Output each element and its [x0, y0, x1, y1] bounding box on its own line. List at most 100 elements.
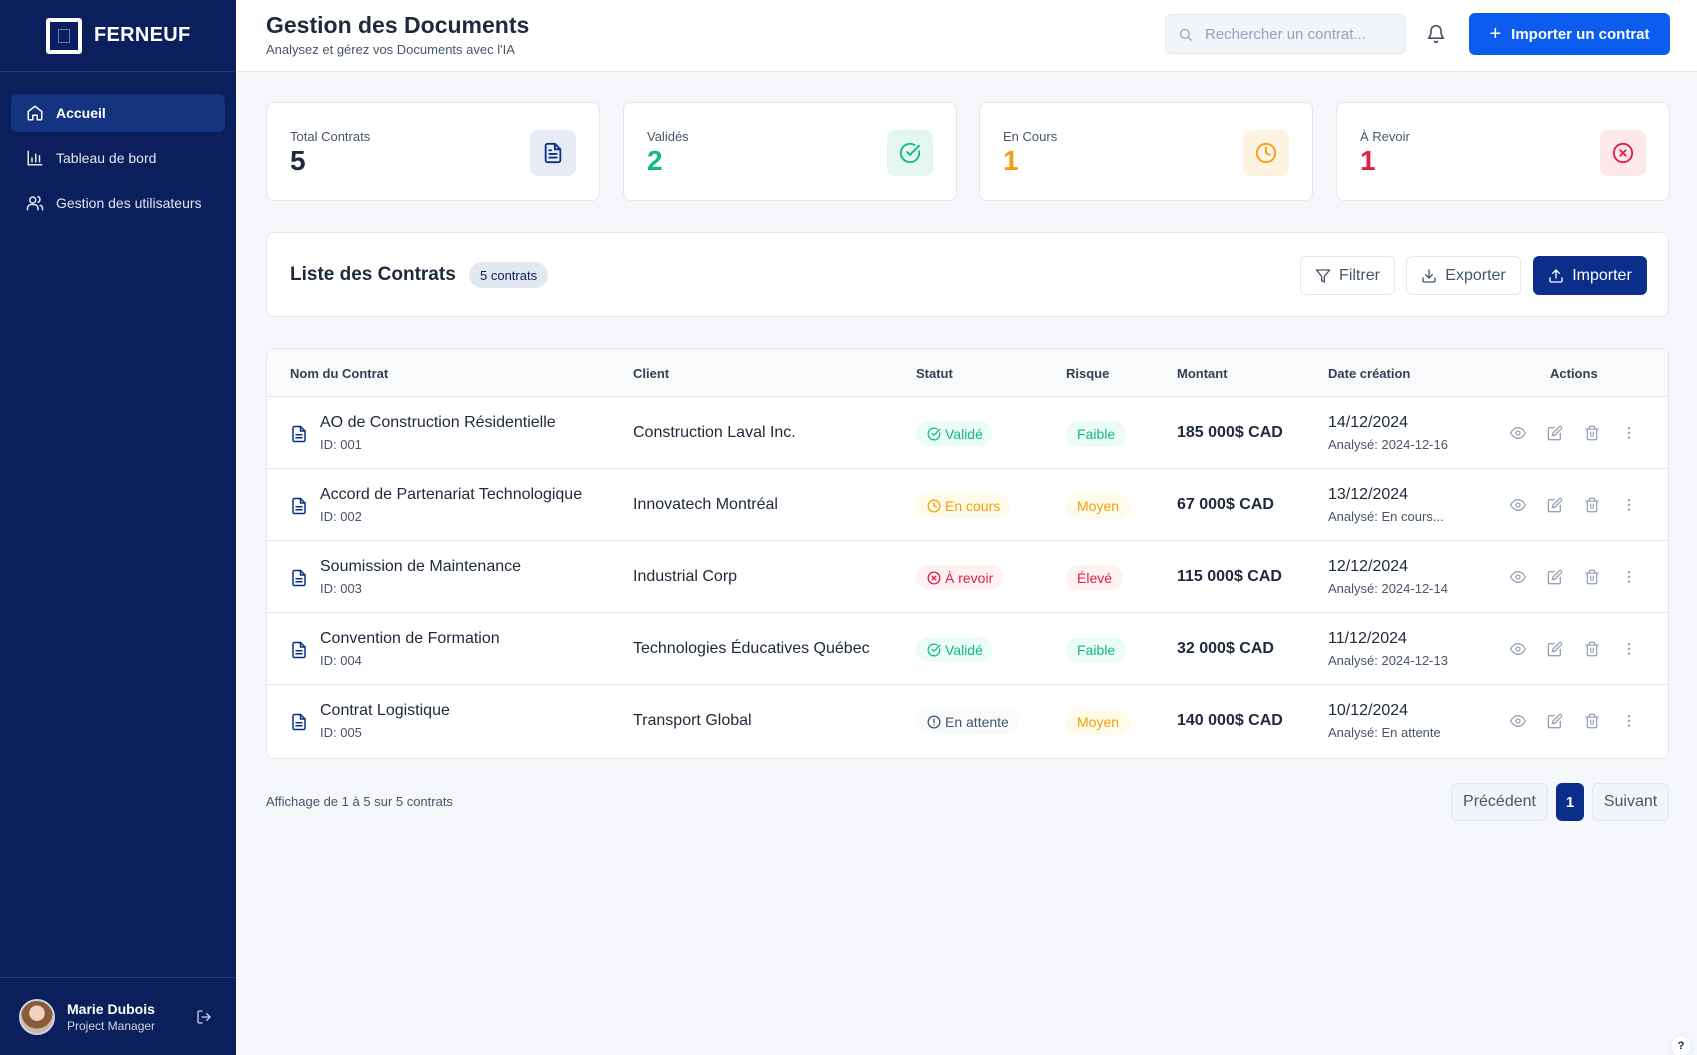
more-vertical-icon[interactable] [1621, 497, 1637, 513]
sidebar-item-tableau-de-bord[interactable]: Tableau de bord [11, 139, 225, 177]
bell-icon[interactable] [1426, 24, 1446, 44]
stat-label: À Revoir [1360, 129, 1410, 144]
contract-client: Construction Laval Inc. [633, 424, 796, 441]
sidebar-nav: Accueil Tableau de bord Gestion des util… [0, 72, 236, 222]
contracts-list-header: Liste des Contrats 5 contrats Filtrer Ex… [266, 232, 1669, 317]
status-label: Validé [945, 425, 983, 442]
edit-icon[interactable] [1547, 713, 1563, 729]
column-header-date[interactable]: Date création [1328, 366, 1410, 381]
contract-id: ID: 005 [320, 725, 362, 740]
avatar[interactable] [19, 998, 55, 1035]
table-row[interactable]: Contrat Logistique ID: 005 Transport Glo… [267, 685, 1668, 757]
eye-icon[interactable] [1510, 713, 1526, 729]
edit-icon[interactable] [1547, 641, 1563, 657]
contract-name[interactable]: Contrat Logistique [320, 702, 450, 720]
document-icon [292, 497, 306, 515]
contracts-table: Nom du Contrat Client Statut Risque Mont… [266, 348, 1669, 759]
stat-value: 2 [647, 145, 663, 176]
column-header-amount[interactable]: Montant [1177, 366, 1228, 381]
status-label: Validé [945, 641, 983, 658]
contract-analysed: Analysé: 2024-12-13 [1328, 653, 1448, 668]
sidebar-item-label: Tableau de bord [56, 150, 157, 166]
eye-icon[interactable] [1510, 569, 1526, 585]
brand-name: FERNEUF [94, 24, 191, 46]
edit-icon[interactable] [1547, 569, 1563, 585]
risk-badge: Faible [1066, 637, 1127, 663]
status-badge: Validé [916, 637, 993, 662]
trash-icon[interactable] [1584, 425, 1600, 441]
brand[interactable]: FERNEUF [0, 0, 236, 72]
import-contract-button[interactable]: + Importer un contrat [1469, 13, 1670, 55]
sidebar-item-label: Accueil [56, 105, 106, 121]
edit-icon[interactable] [1547, 425, 1563, 441]
upload-icon [1549, 268, 1563, 283]
export-label: Exporter [1445, 266, 1506, 284]
contract-client: Innovatech Montréal [633, 496, 778, 513]
contract-name[interactable]: Convention de Formation [320, 630, 500, 648]
column-header-status[interactable]: Statut [916, 366, 953, 381]
contract-amount: 115 000$ CAD [1177, 568, 1282, 585]
contract-amount: 185 000$ CAD [1177, 424, 1283, 441]
document-icon [292, 641, 306, 659]
status-badge: En cours [916, 493, 1011, 518]
clock-icon [1243, 130, 1289, 176]
page-number-button[interactable]: 1 [1556, 783, 1584, 821]
contract-analysed: Analysé: En cours... [1328, 509, 1444, 524]
document-icon [292, 425, 306, 443]
trash-icon[interactable] [1584, 713, 1600, 729]
search-input[interactable] [1205, 25, 1395, 43]
trash-icon[interactable] [1584, 497, 1600, 513]
more-vertical-icon[interactable] [1621, 425, 1637, 441]
contract-name[interactable]: AO de Construction Résidentielle [320, 414, 556, 432]
eye-icon[interactable] [1510, 497, 1526, 513]
export-button[interactable]: Exporter [1406, 256, 1521, 295]
previous-page-button[interactable]: Précédent [1451, 783, 1548, 821]
pagination-summary: Affichage de 1 à 5 sur 5 contrats [266, 794, 453, 809]
contract-date: 11/12/2024 [1328, 630, 1407, 647]
eye-icon[interactable] [1510, 641, 1526, 657]
contract-amount: 32 000$ CAD [1177, 640, 1274, 657]
sidebar-item-gestion-utilisateurs[interactable]: Gestion des utilisateurs [11, 184, 225, 222]
contract-id: ID: 003 [320, 581, 362, 596]
column-header-client[interactable]: Client [633, 366, 669, 381]
stat-label: Validés [647, 129, 689, 144]
more-vertical-icon[interactable] [1621, 641, 1637, 657]
next-page-button[interactable]: Suivant [1592, 783, 1669, 821]
clock-icon [927, 499, 941, 512]
contract-date: 13/12/2024 [1328, 486, 1409, 503]
page-title: Gestion des Documents [266, 12, 530, 38]
more-vertical-icon[interactable] [1621, 713, 1637, 729]
bar-chart-icon [27, 150, 43, 166]
page-subtitle: Analysez et gérez vos Documents avec l'I… [266, 42, 515, 57]
users-icon [26, 195, 44, 211]
column-header-name[interactable]: Nom du Contrat [290, 366, 388, 381]
trash-icon[interactable] [1584, 569, 1600, 585]
table-row[interactable]: Accord de Partenariat Technologique ID: … [267, 469, 1668, 541]
contract-id: ID: 001 [320, 437, 362, 452]
stat-card-en-cours: En Cours 1 [979, 102, 1313, 201]
edit-icon[interactable] [1547, 497, 1563, 513]
eye-icon[interactable] [1510, 425, 1526, 441]
document-icon [292, 713, 306, 731]
filter-button[interactable]: Filtrer [1300, 256, 1395, 295]
check-circle-icon [887, 130, 933, 176]
help-button[interactable]: ? [1670, 1035, 1692, 1055]
trash-icon[interactable] [1584, 641, 1600, 657]
user-name: Marie Dubois [67, 1000, 155, 1017]
x-circle-icon [1600, 130, 1646, 176]
stat-card-valides: Validés 2 [623, 102, 957, 201]
sidebar-item-accueil[interactable]: Accueil [11, 94, 225, 132]
table-row[interactable]: Soumission de Maintenance ID: 003 Indust… [267, 541, 1668, 613]
logout-icon[interactable] [196, 1009, 212, 1025]
contract-analysed: Analysé: 2024-12-14 [1328, 581, 1448, 596]
table-row[interactable]: Convention de Formation ID: 004 Technolo… [267, 613, 1668, 685]
contract-analysed: Analysé: 2024-12-16 [1328, 437, 1448, 452]
import-button[interactable]: Importer [1533, 256, 1647, 295]
column-header-risk[interactable]: Risque [1066, 366, 1109, 381]
table-row[interactable]: AO de Construction Résidentielle ID: 001… [267, 397, 1668, 469]
stat-value: 5 [290, 145, 306, 176]
contract-name[interactable]: Soumission de Maintenance [320, 558, 521, 576]
more-vertical-icon[interactable] [1621, 569, 1637, 585]
search-box[interactable] [1165, 14, 1406, 54]
contract-name[interactable]: Accord de Partenariat Technologique [320, 486, 582, 504]
